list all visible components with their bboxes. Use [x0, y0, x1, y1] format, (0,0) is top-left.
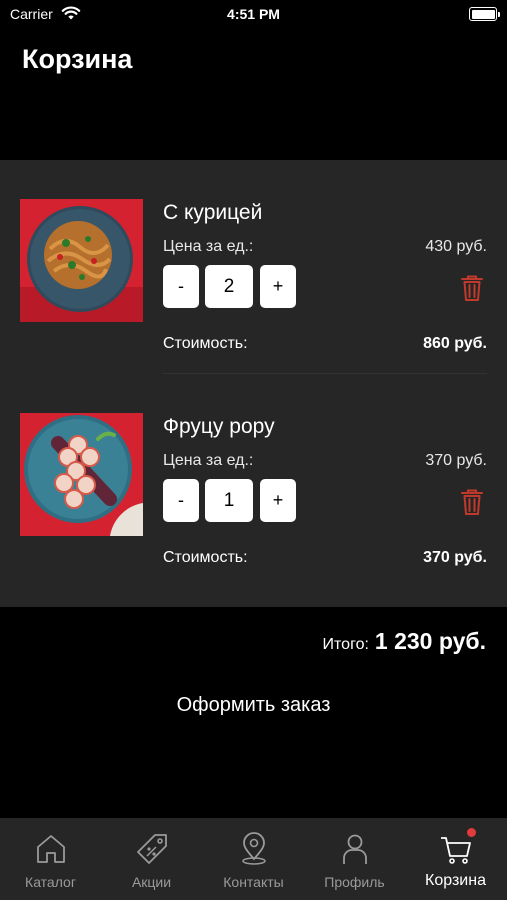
total-value: 1 230 руб. — [374, 628, 486, 654]
tab-label: Контакты — [223, 874, 284, 890]
cart-list: С курицей Цена за ед.: 430 руб. - 2 + Ст… — [0, 160, 507, 607]
tab-contacts[interactable]: Контакты — [203, 818, 304, 900]
decrease-quantity-button[interactable]: - — [163, 479, 199, 522]
clock: 4:51 PM — [227, 6, 280, 22]
cost-label: Стоимость: — [163, 549, 248, 566]
status-bar: Carrier 4:51 PM — [0, 0, 507, 30]
decrease-quantity-button[interactable]: - — [163, 265, 199, 308]
increase-quantity-button[interactable]: + — [260, 265, 296, 308]
tag-icon — [136, 834, 167, 864]
tab-label: Профиль — [324, 874, 385, 890]
unit-price-value: 430 руб. — [425, 238, 487, 255]
location-pin-icon — [241, 832, 266, 865]
cost-label: Стоимость: — [163, 335, 248, 352]
tab-catalog[interactable]: Каталог — [0, 818, 101, 900]
quantity-value: 1 — [205, 479, 253, 522]
cart-item: Фруцу рору Цена за ед.: 370 руб. - 1 + С… — [0, 374, 507, 588]
battery-icon — [469, 7, 500, 21]
page-title: Корзина — [22, 44, 133, 74]
cart-icon — [440, 837, 471, 864]
cart-badge — [467, 828, 476, 837]
item-name: Фруцу рору — [163, 415, 275, 438]
total-label: Итого: — [322, 636, 369, 653]
order-total: Итого: 1 230 руб. — [323, 628, 486, 655]
cost-value: 370 руб. — [423, 549, 487, 566]
tab-label: Корзина — [425, 872, 486, 889]
tab-promotions[interactable]: Акции — [101, 818, 202, 900]
tab-label: Акции — [131, 874, 172, 890]
item-name: С курицей — [163, 201, 263, 224]
quantity-value: 2 — [205, 265, 253, 308]
increase-quantity-button[interactable]: + — [260, 479, 296, 522]
unit-price-label: Цена за ед.: — [163, 238, 254, 255]
trash-icon[interactable] — [460, 274, 484, 302]
tab-label: Каталог — [25, 874, 76, 890]
checkout-button[interactable]: Оформить заказ — [0, 694, 507, 717]
user-icon — [342, 834, 367, 864]
home-icon — [36, 835, 65, 863]
tab-bar: Каталог Акции Контакты Профиль Корзина — [0, 818, 507, 900]
dish-image-chicken-noodles[interactable] — [20, 199, 143, 322]
tab-cart[interactable]: Корзина — [405, 818, 506, 900]
dish-image-rolls[interactable] — [20, 413, 143, 536]
cost-value: 860 руб. — [423, 335, 487, 352]
unit-price-label: Цена за ед.: — [163, 452, 254, 469]
tab-profile[interactable]: Профиль — [304, 818, 405, 900]
cart-item: С курицей Цена за ед.: 430 руб. - 2 + Ст… — [0, 160, 507, 374]
trash-icon[interactable] — [460, 488, 484, 516]
unit-price-value: 370 руб. — [425, 452, 487, 469]
